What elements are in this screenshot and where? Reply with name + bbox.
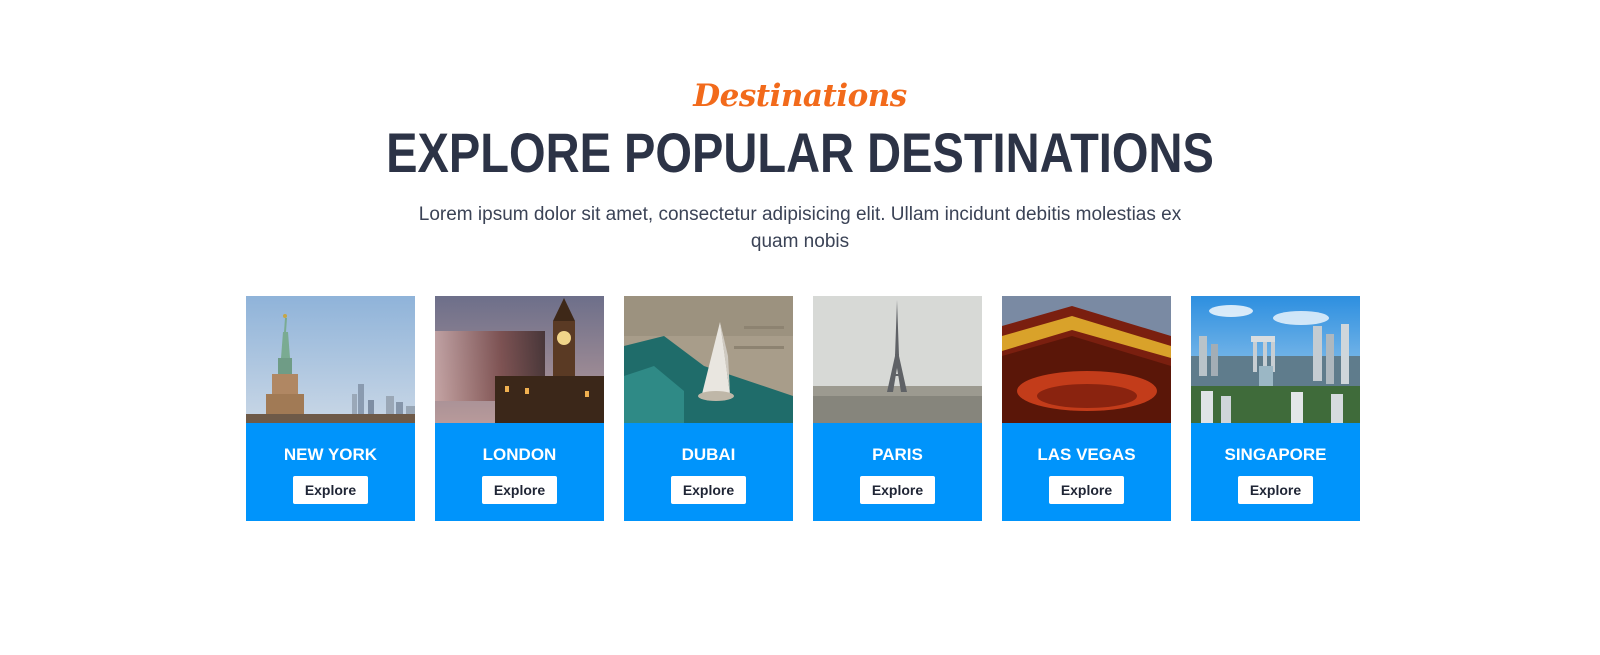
- explore-button[interactable]: Explore: [1238, 476, 1313, 504]
- destination-name: LAS VEGAS: [1037, 445, 1136, 464]
- card-body: LAS VEGAS Explore: [1002, 423, 1171, 521]
- destination-card-dubai[interactable]: DUBAI Explore: [624, 296, 793, 521]
- destination-card-paris[interactable]: PARIS Explore: [813, 296, 982, 521]
- destination-card-new-york[interactable]: NEW YORK Explore: [246, 296, 415, 521]
- destinations-section: Destinations EXPLORE POPULAR DESTINATION…: [0, 0, 1600, 655]
- paris-photo: [813, 296, 982, 423]
- section-subtitle: Lorem ipsum dolor sit amet, consectetur …: [418, 204, 1182, 252]
- destination-card-las-vegas[interactable]: LAS VEGAS Explore: [1002, 296, 1171, 521]
- section-eyebrow: Destinations: [693, 78, 907, 114]
- explore-button[interactable]: Explore: [482, 476, 557, 504]
- section-title: EXPLORE POPULAR DESTINATIONS: [386, 121, 1214, 184]
- destination-name: LONDON: [482, 445, 557, 464]
- card-body: LONDON Explore: [435, 423, 604, 521]
- card-body: PARIS Explore: [813, 423, 982, 521]
- explore-button[interactable]: Explore: [671, 476, 746, 504]
- card-body: SINGAPORE Explore: [1191, 423, 1360, 521]
- card-body: DUBAI Explore: [624, 423, 793, 521]
- dubai-photo: [624, 296, 793, 423]
- explore-button[interactable]: Explore: [293, 476, 368, 504]
- singapore-photo: [1191, 296, 1360, 423]
- explore-button[interactable]: Explore: [860, 476, 935, 504]
- card-body: NEW YORK Explore: [246, 423, 415, 521]
- destination-cards: NEW YORK Explore LONDON Explore DUBAI Ex…: [246, 296, 1361, 521]
- las-vegas-photo: [1002, 296, 1171, 423]
- destination-name: SINGAPORE: [1224, 445, 1327, 464]
- new-york-photo: [246, 296, 415, 423]
- explore-button[interactable]: Explore: [1049, 476, 1124, 504]
- destination-card-london[interactable]: LONDON Explore: [435, 296, 604, 521]
- destination-name: NEW YORK: [283, 445, 378, 464]
- destination-card-singapore[interactable]: SINGAPORE Explore: [1191, 296, 1360, 521]
- destination-name: PARIS: [872, 445, 923, 464]
- destination-name: DUBAI: [681, 445, 736, 464]
- london-photo: [435, 296, 604, 423]
